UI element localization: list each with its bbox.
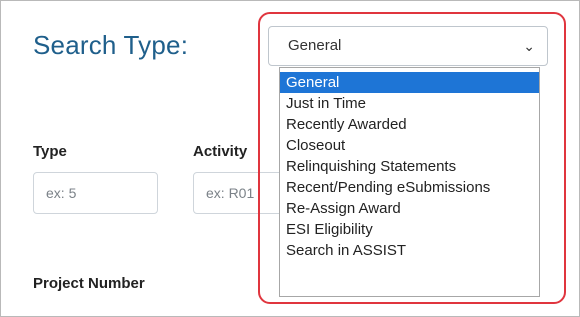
- option-search-in-assist[interactable]: Search in ASSIST: [280, 240, 539, 261]
- option-recently-awarded[interactable]: Recently Awarded: [280, 114, 539, 135]
- activity-input[interactable]: ex: R01: [193, 172, 283, 214]
- type-input[interactable]: ex: 5: [33, 172, 158, 214]
- option-relinquishing-statements[interactable]: Relinquishing Statements: [280, 156, 539, 177]
- option-recent-pending-esubmissions[interactable]: Recent/Pending eSubmissions: [280, 177, 539, 198]
- option-closeout[interactable]: Closeout: [280, 135, 539, 156]
- type-label: Type: [33, 143, 67, 160]
- chevron-down-icon: ⌄: [523, 38, 535, 54]
- option-re-assign-award[interactable]: Re-Assign Award: [280, 198, 539, 219]
- option-esi-eligibility[interactable]: ESI Eligibility: [280, 219, 539, 240]
- search-type-select[interactable]: General ⌄: [268, 26, 548, 66]
- search-type-options-list: General Just in Time Recently Awarded Cl…: [279, 67, 540, 297]
- activity-label: Activity: [193, 143, 248, 160]
- project-number-label: Project Number: [33, 275, 145, 292]
- option-just-in-time[interactable]: Just in Time: [280, 93, 539, 114]
- option-general[interactable]: General: [280, 72, 539, 93]
- search-type-title: Search Type:: [33, 30, 189, 60]
- search-type-selected-value: General: [288, 37, 342, 54]
